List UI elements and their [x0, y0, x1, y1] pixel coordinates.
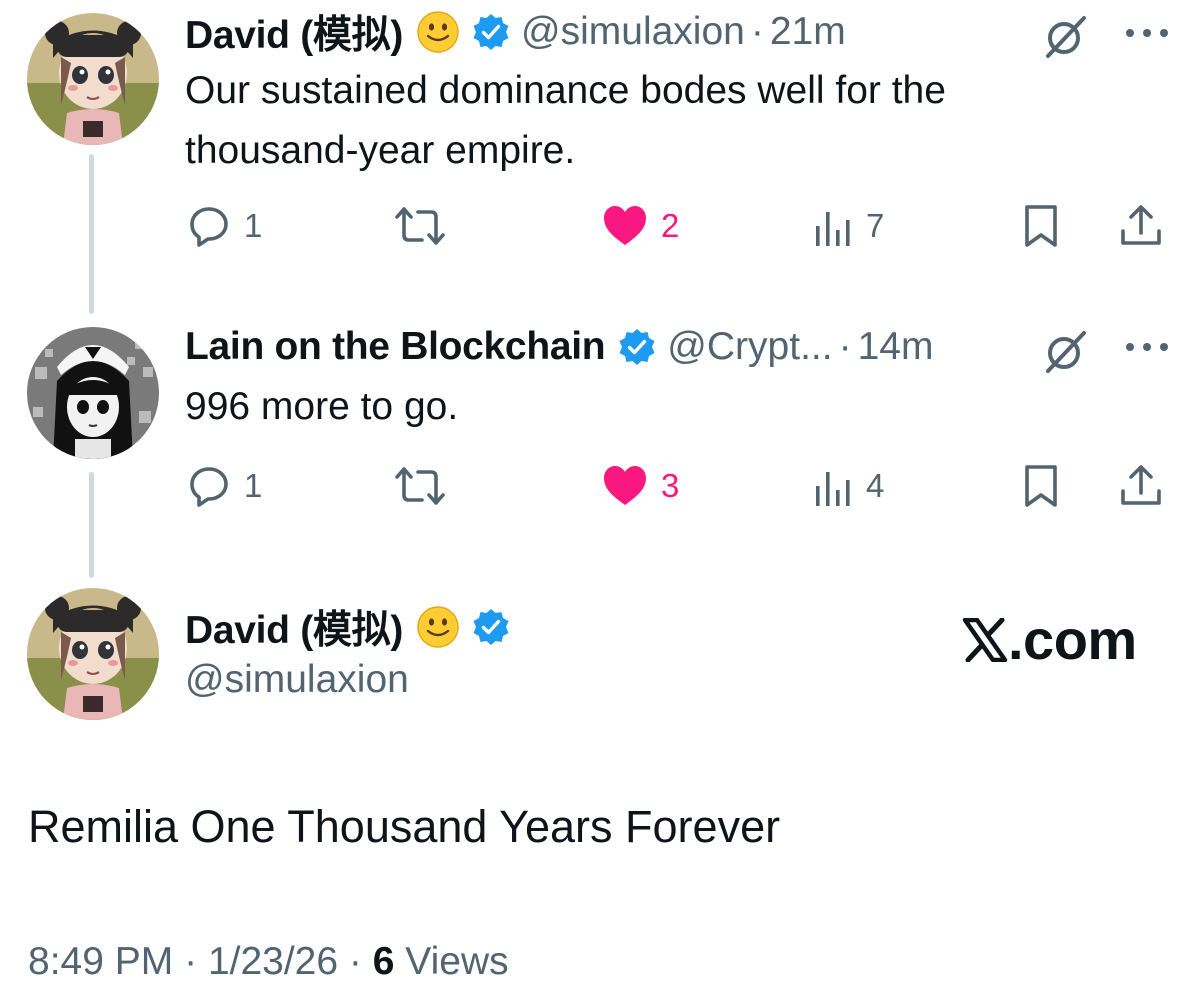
tweet-text-line: thousand-year empire.: [185, 129, 576, 172]
avatar-lain[interactable]: [27, 327, 159, 459]
author-handle[interactable]: @simulaxion: [185, 658, 409, 702]
retweet-icon: [395, 207, 445, 245]
reply-count: 1: [244, 467, 263, 504]
reply-button[interactable]: 1: [186, 201, 262, 251]
slightly-smiling-face-icon: [417, 11, 459, 53]
tweet-actions: 1 3 4: [0, 461, 1200, 511]
retweet-button[interactable]: [394, 461, 446, 511]
author-handle[interactable]: @Crypt...: [667, 325, 832, 369]
author-handle[interactable]: @simulaxion: [521, 10, 745, 54]
share-button[interactable]: [1118, 461, 1164, 511]
footer-date[interactable]: 1/23/26: [208, 940, 338, 983]
views-button[interactable]: 4: [814, 461, 884, 511]
bookmark-button[interactable]: [1021, 201, 1061, 251]
tweet-text: 996 more to go.: [185, 377, 1115, 437]
bookmark-button[interactable]: [1021, 461, 1061, 511]
share-button[interactable]: [1118, 201, 1164, 251]
reply-icon: [190, 207, 228, 247]
views-icon: [816, 472, 850, 506]
tweet-header: Lain on the Blockchain @Crypt... · 14m: [185, 323, 933, 371]
verified-badge-icon[interactable]: [471, 12, 511, 52]
views-count: 7: [866, 207, 885, 244]
avatar-david[interactable]: [27, 13, 159, 145]
separator-dot: ·: [838, 325, 852, 368]
like-count: 2: [661, 207, 680, 244]
separator-dot: ·: [184, 940, 198, 983]
reply-count: 1: [244, 207, 263, 244]
verified-badge-icon[interactable]: [617, 327, 657, 367]
tweet-text-line: Our sustained dominance bodes well for t…: [185, 69, 946, 112]
more-options-icon[interactable]: [1124, 26, 1170, 40]
separator-dot: ·: [348, 940, 362, 983]
like-button[interactable]: 3: [601, 461, 679, 511]
x-com-domain: .com: [1008, 608, 1137, 671]
reply-button[interactable]: 1: [186, 461, 262, 511]
like-button[interactable]: 2: [601, 201, 679, 251]
retweet-button[interactable]: [394, 201, 446, 251]
more-options-icon[interactable]: [1124, 340, 1170, 354]
heart-icon: [604, 466, 646, 505]
like-count: 3: [661, 467, 680, 504]
footer-views-label: Views: [405, 940, 509, 983]
views-count: 4: [866, 467, 885, 504]
tweet-text: Our sustained dominance bodes well for t…: [185, 61, 1115, 181]
tweet-time[interactable]: 14m: [858, 325, 934, 369]
retweet-icon: [395, 467, 445, 505]
share-icon: [1121, 465, 1161, 505]
author-name[interactable]: David (模拟): [185, 4, 403, 60]
footer-time[interactable]: 8:49 PM: [28, 940, 173, 983]
grok-icon[interactable]: [1042, 327, 1090, 375]
tweet-actions: 1 2 7: [0, 201, 1200, 251]
avatar-david[interactable]: [27, 588, 159, 720]
main-tweet-text: Remilia One Thousand Years Forever: [28, 801, 781, 852]
share-icon: [1121, 205, 1161, 245]
views-icon: [816, 212, 850, 246]
heart-icon: [604, 206, 646, 245]
grok-icon[interactable]: [1042, 12, 1090, 60]
author-name[interactable]: David (模拟): [185, 599, 403, 655]
bookmark-icon: [1025, 465, 1057, 507]
x-com-logo: .com: [962, 607, 1137, 672]
views-button[interactable]: 7: [814, 201, 884, 251]
slightly-smiling-face-icon: [417, 606, 459, 648]
tweet-time[interactable]: 21m: [770, 10, 846, 54]
author-name[interactable]: Lain on the Blockchain: [185, 325, 606, 369]
tweet-text-line: 996 more to go.: [185, 385, 459, 428]
separator-dot: ·: [750, 10, 764, 53]
bookmark-icon: [1025, 205, 1057, 247]
verified-badge-icon[interactable]: [471, 607, 511, 647]
main-tweet-header: David (模拟): [185, 603, 511, 652]
reply-icon: [190, 467, 228, 507]
tweet-header: David (模拟) @simulaxion · 21m: [185, 8, 846, 57]
x-logo-icon: [962, 617, 1008, 662]
tweet-footer: 8:49 PM · 1/23/26 · 6 Views: [28, 940, 509, 984]
footer-views-count: 6: [372, 940, 395, 983]
